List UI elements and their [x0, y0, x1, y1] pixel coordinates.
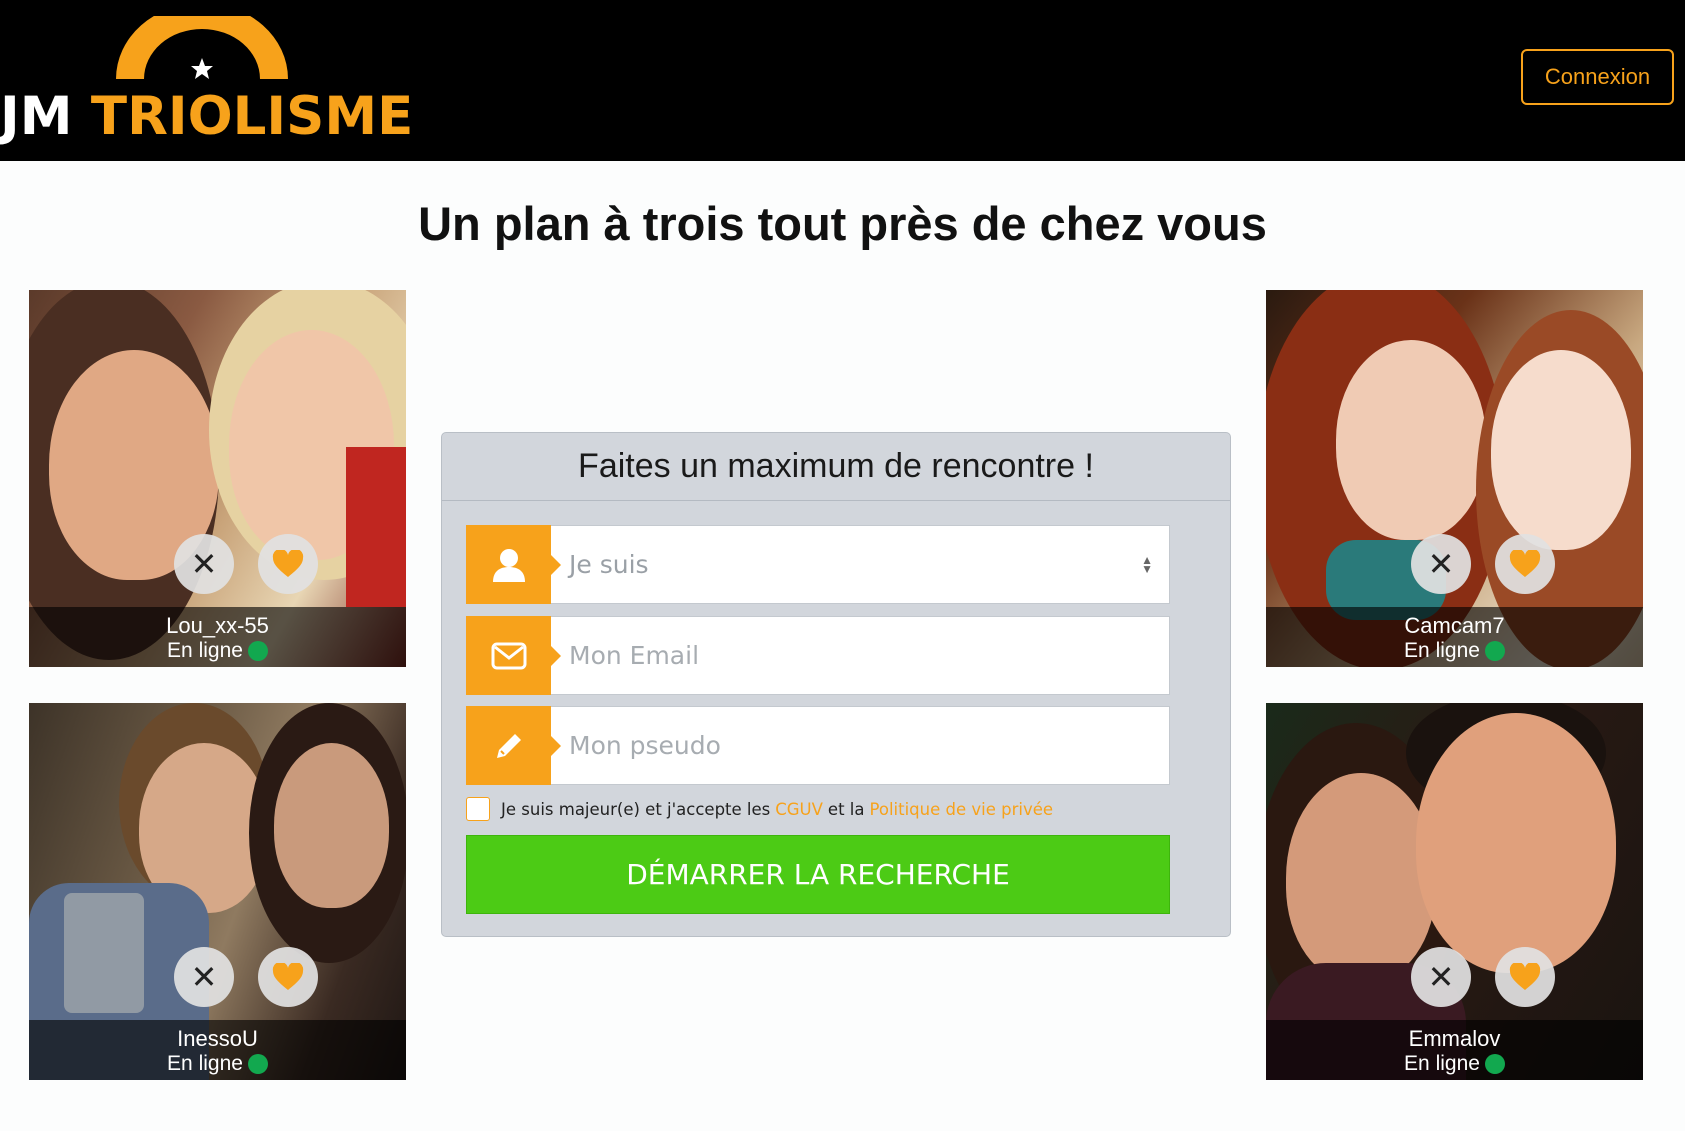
- online-indicator: [1484, 641, 1505, 661]
- like-button[interactable]: [1495, 947, 1555, 1007]
- profile-card[interactable]: ✕ InessoU En ligne: [29, 703, 406, 1080]
- profile-name: Lou_xx-55: [166, 613, 269, 638]
- online-status: En ligne: [1404, 1052, 1505, 1076]
- profile-card[interactable]: ✕ Camcam7 En ligne: [1266, 290, 1643, 667]
- like-button[interactable]: [258, 947, 318, 1007]
- top-header: JM TRIOLISME Connexion: [0, 0, 1685, 161]
- profile-caption: Lou_xx-55 En ligne: [29, 607, 406, 667]
- terms-checkbox[interactable]: [466, 797, 490, 821]
- status-label: En ligne: [167, 1052, 243, 1075]
- close-icon: ✕: [1427, 958, 1455, 996]
- online-indicator: [247, 641, 268, 661]
- terms-text: Je suis majeur(e) et j'accepte les: [501, 799, 771, 819]
- gender-select[interactable]: Je suis: [569, 526, 1149, 603]
- heart-icon: [272, 550, 304, 577]
- heart-icon: [1509, 550, 1541, 577]
- profile-caption: InessoU En ligne: [29, 1020, 406, 1080]
- site-logo[interactable]: JM TRIOLISME: [0, 16, 420, 147]
- signup-panel: Faites un maximum de rencontre ! Je suis…: [441, 432, 1231, 937]
- logo-part-triolisme: TRIOLISME: [90, 86, 414, 147]
- profile-name: Camcam7: [1404, 613, 1505, 638]
- close-icon: ✕: [1427, 545, 1455, 583]
- online-indicator: [247, 1054, 268, 1074]
- like-button[interactable]: [258, 534, 318, 594]
- profile-card[interactable]: ✕ Lou_xx-55 En ligne: [29, 290, 406, 667]
- user-icon: [492, 548, 525, 582]
- heart-icon: [1509, 963, 1541, 990]
- logo-wordmark: JM TRIOLISME: [0, 86, 413, 147]
- login-button[interactable]: Connexion: [1521, 49, 1674, 105]
- profile-name: Emmalov: [1408, 1026, 1501, 1051]
- gender-select-field[interactable]: Je suis ▲ ▼: [466, 525, 1170, 604]
- dismiss-button[interactable]: ✕: [1411, 947, 1471, 1007]
- profile-card[interactable]: ✕ Emmalov En ligne: [1266, 703, 1643, 1080]
- field-icon-box: [466, 525, 561, 604]
- pseudo-field[interactable]: [466, 706, 1170, 785]
- panel-title: Faites un maximum de rencontre !: [442, 433, 1230, 501]
- profile-name: InessoU: [177, 1026, 258, 1051]
- status-label: En ligne: [167, 639, 243, 662]
- privacy-policy-link[interactable]: Politique de vie privée: [869, 800, 1053, 819]
- profile-caption: Camcam7 En ligne: [1266, 607, 1643, 667]
- start-search-button[interactable]: DÉMARRER LA RECHERCHE: [466, 835, 1170, 914]
- page-title: Un plan à trois tout près de chez vous: [418, 197, 1267, 250]
- online-indicator: [1484, 1054, 1505, 1074]
- dismiss-button[interactable]: ✕: [174, 534, 234, 594]
- terms-mid-text: et la: [827, 799, 865, 819]
- pencil-icon: [496, 733, 521, 758]
- field-icon-box: [466, 616, 561, 695]
- logo-arch-icon: [116, 16, 288, 79]
- select-arrows-icon: ▲ ▼: [1141, 553, 1153, 576]
- profile-caption: Emmalov En ligne: [1266, 1020, 1643, 1080]
- field-icon-box: [466, 706, 561, 785]
- status-label: En ligne: [1404, 1052, 1480, 1075]
- online-status: En ligne: [1404, 639, 1505, 663]
- email-field[interactable]: [466, 616, 1170, 695]
- pseudo-input[interactable]: [569, 707, 1149, 784]
- online-status: En ligne: [167, 639, 268, 663]
- status-label: En ligne: [1404, 639, 1480, 662]
- online-status: En ligne: [167, 1052, 268, 1076]
- terms-row: Je suis majeur(e) et j'accepte les CGUV …: [466, 797, 1058, 821]
- envelope-icon: [491, 642, 526, 669]
- close-icon: ✕: [190, 545, 218, 583]
- cguv-link[interactable]: CGUV: [775, 800, 823, 819]
- dismiss-button[interactable]: ✕: [174, 947, 234, 1007]
- close-icon: ✕: [190, 958, 218, 996]
- like-button[interactable]: [1495, 534, 1555, 594]
- dismiss-button[interactable]: ✕: [1411, 534, 1471, 594]
- heart-icon: [272, 963, 304, 990]
- email-input[interactable]: [569, 617, 1149, 694]
- logo-part-jm: JM: [0, 86, 73, 147]
